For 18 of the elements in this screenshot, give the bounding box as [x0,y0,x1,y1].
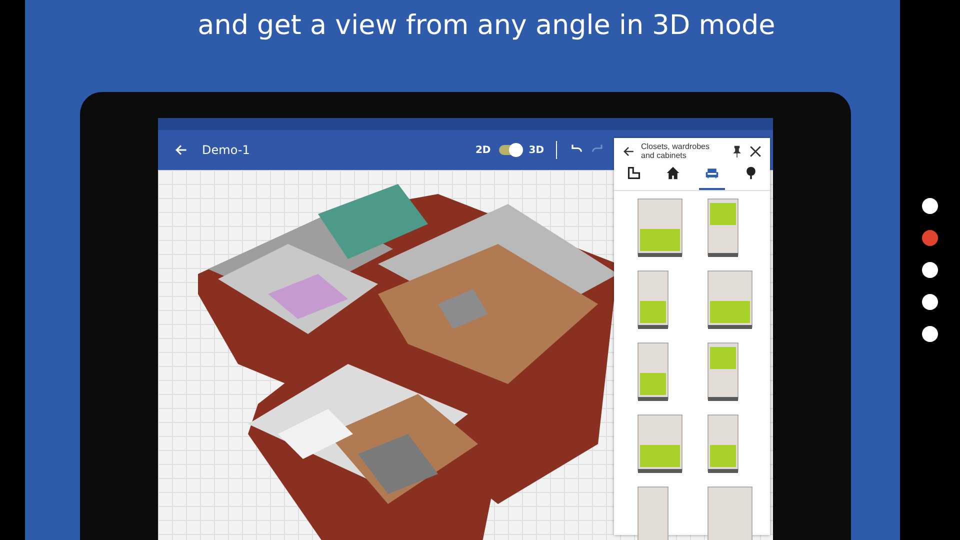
page-indicator-dot[interactable] [922,294,938,310]
page-indicator-dot[interactable] [922,262,938,278]
page-indicator-dot[interactable] [922,326,938,342]
house-icon [666,166,680,180]
headline: and get a view from any angle in 3D mode [196,10,776,43]
mode-label: 3D [528,144,544,156]
back-arrow-icon[interactable] [622,144,635,158]
close-icon[interactable] [749,144,762,158]
pin-icon[interactable] [731,144,743,158]
project-title: Demo-1 [202,143,250,157]
tree-icon [744,166,758,180]
sofa-icon [704,166,718,180]
mode-label: 2D [475,144,491,156]
page-indicator-dot[interactable] [922,230,938,246]
mode-switch[interactable] [498,145,521,155]
category-title: Closets, wardrobes and cabinets [641,142,710,160]
room-shape-icon [626,166,640,180]
page-indicator-dot[interactable] [922,198,938,214]
